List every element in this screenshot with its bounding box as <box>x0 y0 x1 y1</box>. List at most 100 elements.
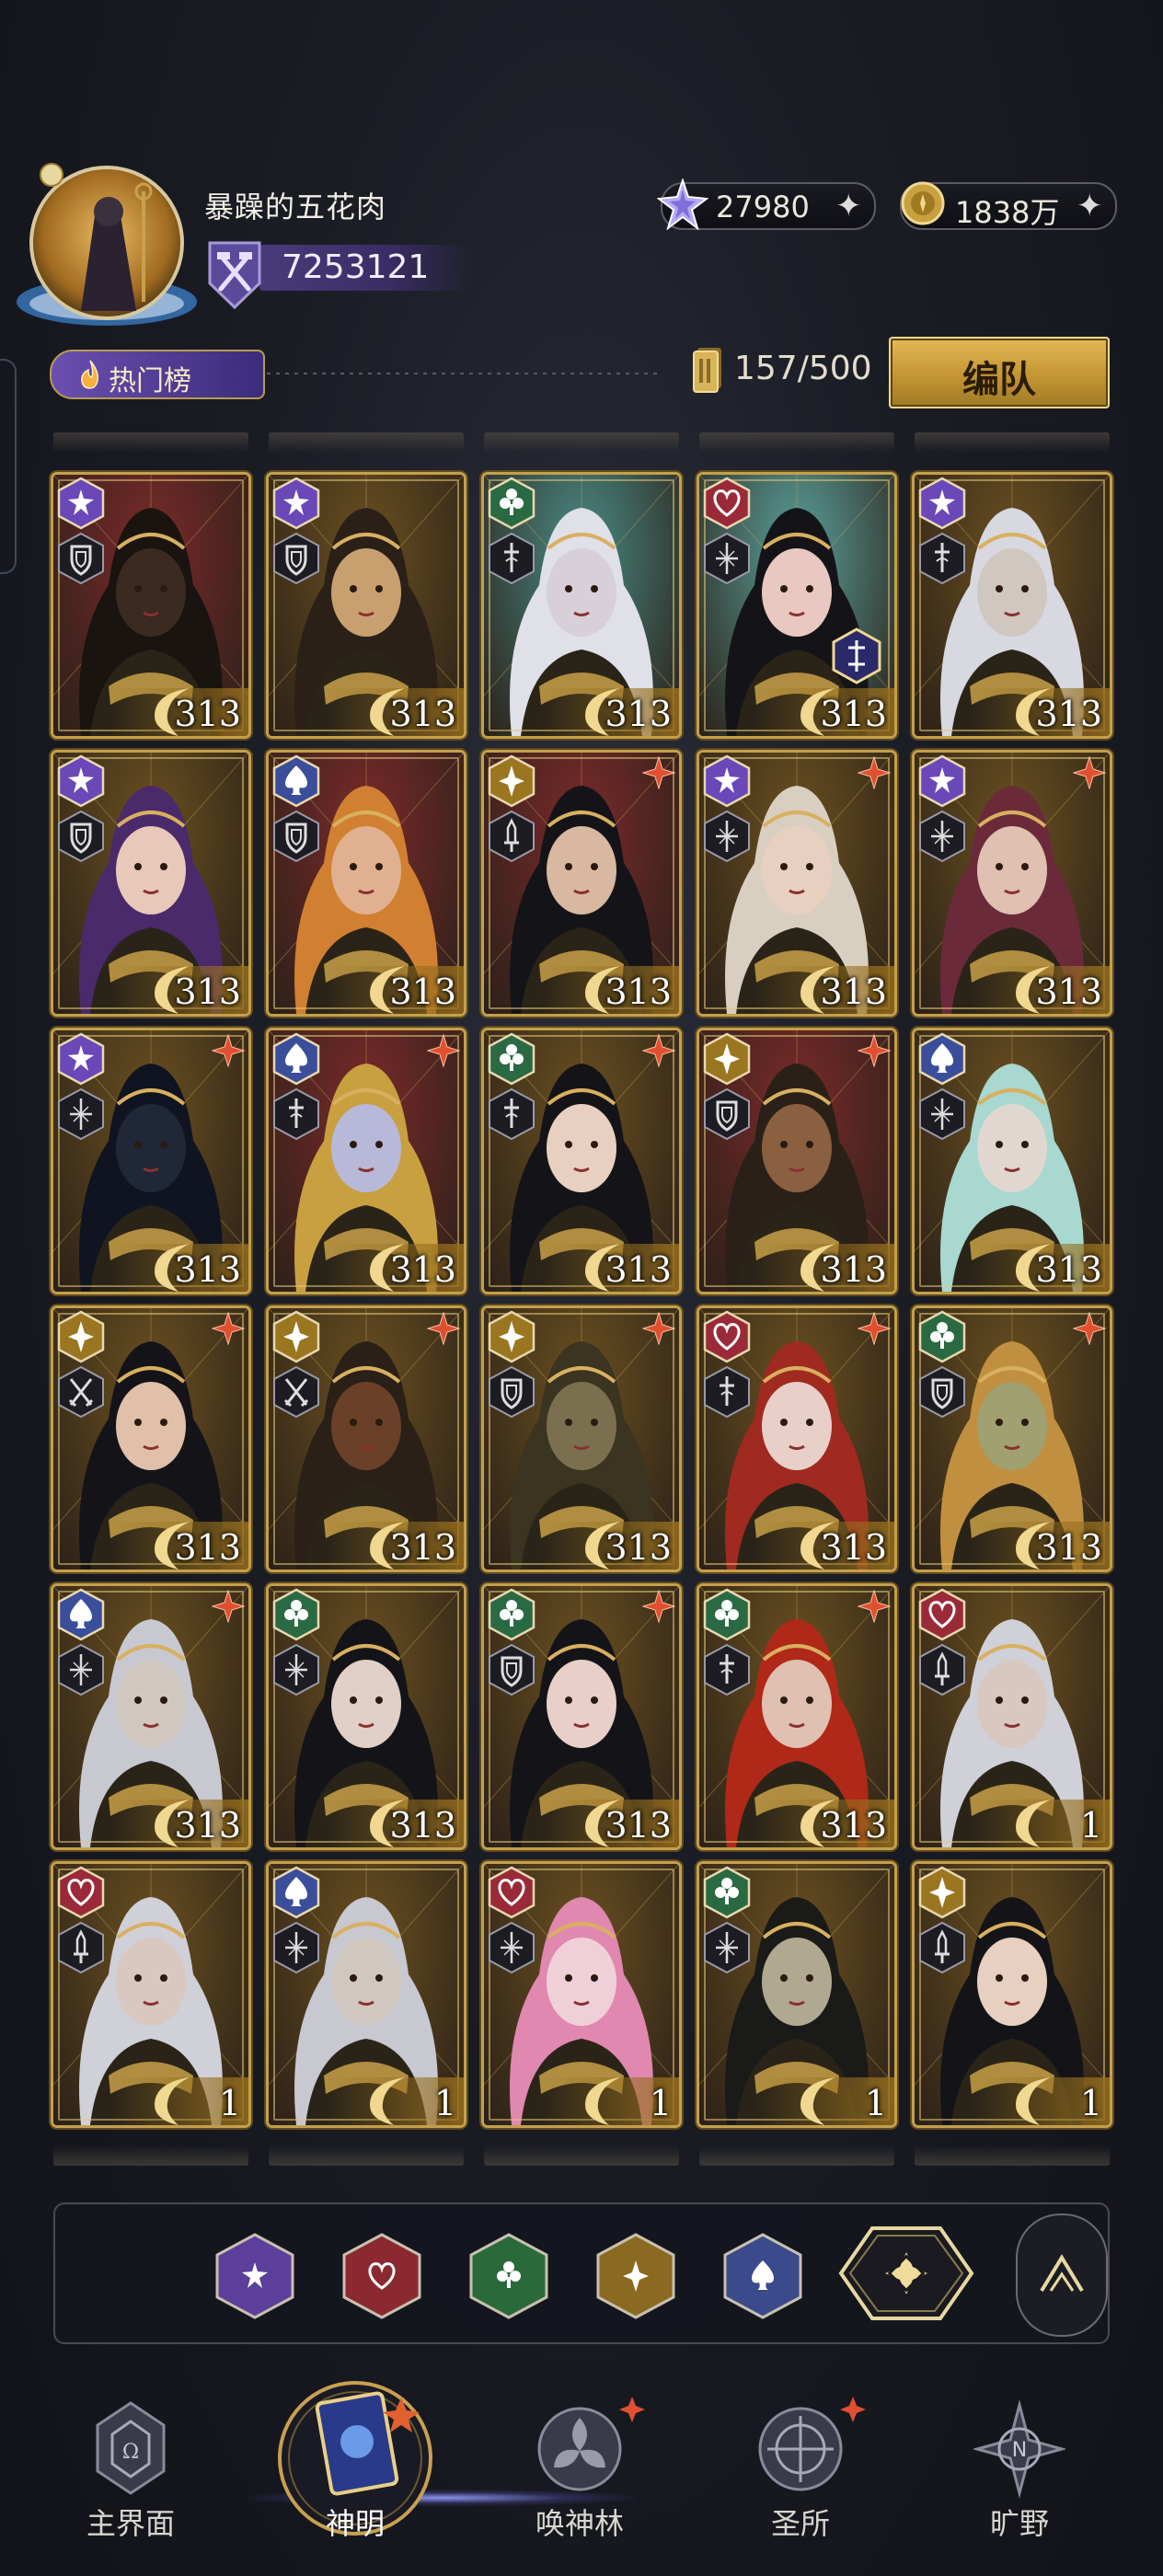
card-level: 313 <box>174 694 241 734</box>
god-card[interactable]: 313 <box>484 1308 679 1570</box>
sword-role-icon <box>919 532 965 585</box>
god-card[interactable]: 313 <box>915 475 1110 736</box>
power-box: 7253121 <box>204 237 471 310</box>
card-level: 313 <box>1035 1527 1102 1568</box>
star-suit-icon <box>272 477 320 530</box>
scroll-hint-top <box>915 432 1110 453</box>
god-card[interactable]: 1 <box>484 1864 679 2125</box>
nav-summon-forest[interactable]: 唤神林 <box>488 2398 672 2572</box>
god-card[interactable]: 313 <box>269 1030 464 1292</box>
card-level: 313 <box>1035 972 1102 1012</box>
sword-role-icon <box>704 1643 750 1696</box>
god-card[interactable]: 313 <box>484 1586 679 1847</box>
god-card[interactable]: 313 <box>484 1030 679 1292</box>
swords-role-icon <box>58 1365 104 1419</box>
clover-suit-icon <box>918 1310 966 1363</box>
crescent-ornament-icon <box>1016 2077 1051 2125</box>
crescent-ornament-icon <box>585 2077 620 2125</box>
god-card[interactable]: 313 <box>699 1030 894 1292</box>
spade-filter-icon[interactable] <box>721 2232 804 2320</box>
star-suit-icon <box>918 754 966 808</box>
nav-sanctuary[interactable]: 圣所 <box>708 2398 892 2572</box>
diamond-suit-icon <box>703 1032 751 1086</box>
card-level: 313 <box>389 972 456 1012</box>
nav-wilderness[interactable]: N 旷野 <box>927 2398 1111 2572</box>
god-card[interactable]: 313 <box>53 1308 248 1570</box>
sanctuary-icon <box>758 2407 843 2491</box>
suit-filter-bar <box>53 2202 1110 2344</box>
card-level: 313 <box>1035 694 1102 734</box>
god-card[interactable]: 313 <box>269 753 464 1014</box>
god-card[interactable]: 1 <box>269 1864 464 2125</box>
spade-suit-icon <box>272 1032 320 1086</box>
diamond-suit-icon <box>488 1310 535 1363</box>
diamond-suit-icon <box>57 1310 105 1363</box>
new-star-icon <box>1073 1312 1106 1345</box>
god-card[interactable]: 313 <box>699 1586 894 1847</box>
god-card[interactable]: 313 <box>269 475 464 736</box>
crystal-add-icon[interactable]: ✦ <box>835 188 862 224</box>
god-card[interactable]: 313 <box>269 1308 464 1570</box>
scroll-hint-top <box>484 432 679 453</box>
god-card[interactable]: 313 <box>484 753 679 1014</box>
cross-role-icon <box>919 1087 965 1141</box>
star-suit-icon <box>703 754 751 808</box>
flame-icon <box>81 360 99 389</box>
heart-filter-icon[interactable] <box>340 2232 423 2320</box>
cross-role-icon <box>273 1643 319 1696</box>
diamond-suit-icon <box>488 754 535 808</box>
card-level: 313 <box>605 1527 672 1568</box>
diamond-filter-icon[interactable] <box>594 2232 677 2320</box>
gold-add-icon[interactable]: ✦ <box>1077 188 1103 224</box>
expand-button[interactable] <box>1016 2214 1108 2337</box>
god-card[interactable]: 313 <box>699 475 894 736</box>
shield-role-icon <box>58 532 104 585</box>
main-world-icon: Ω <box>96 2401 166 2495</box>
side-drawer-handle[interactable] <box>0 359 17 574</box>
god-card[interactable]: 313 <box>53 753 248 1014</box>
gold-resource[interactable]: 1838万 ✦ <box>900 181 1117 230</box>
star-filter-icon[interactable] <box>213 2232 296 2320</box>
notification-dot-icon <box>840 2397 866 2422</box>
player-avatar[interactable] <box>7 155 204 329</box>
chevron-up-icon <box>1040 2254 1084 2293</box>
god-card[interactable]: 313 <box>915 1030 1110 1292</box>
hot-ranking-tag[interactable]: 热门榜 <box>50 350 265 399</box>
all-suits-filter-icon[interactable] <box>837 2225 975 2322</box>
god-card[interactable]: 313 <box>915 753 1110 1014</box>
new-star-icon <box>642 1312 675 1345</box>
god-card[interactable]: 313 <box>53 1030 248 1292</box>
svg-text:N: N <box>1012 2439 1027 2462</box>
clover-filter-icon[interactable] <box>467 2232 550 2320</box>
star-suit-icon <box>57 477 105 530</box>
gold-value: 1838万 <box>955 195 1060 230</box>
god-card[interactable]: 1 <box>699 1864 894 2125</box>
new-star-icon <box>427 1312 460 1345</box>
team-formation-button[interactable]: 编队 <box>889 337 1110 408</box>
god-card[interactable]: 313 <box>915 1308 1110 1570</box>
sword-role-icon <box>704 1365 750 1419</box>
god-card[interactable]: 313 <box>53 1586 248 1847</box>
god-card[interactable]: 1 <box>915 1586 1110 1847</box>
spade-suit-icon <box>918 1032 966 1086</box>
cross-role-icon <box>58 1643 104 1696</box>
bottom-nav: Ω 主界面 神明 唤神林 圣所 N 旷野 <box>0 2370 1163 2576</box>
dagger-role-icon <box>919 1643 965 1696</box>
god-card[interactable]: 313 <box>699 753 894 1014</box>
star-suit-icon <box>57 1032 105 1086</box>
god-card[interactable]: 313 <box>699 1308 894 1570</box>
god-card[interactable]: 313 <box>53 475 248 736</box>
nav-gods-label: 神明 <box>325 2506 385 2541</box>
heart-suit-icon <box>918 1588 966 1641</box>
nav-main-world[interactable]: Ω 主界面 <box>39 2398 223 2572</box>
nav-gods[interactable]: 神明 <box>263 2370 447 2545</box>
scroll-hint-bottom <box>484 2145 679 2166</box>
god-card[interactable]: 313 <box>269 1586 464 1847</box>
diamond-suit-icon <box>272 1310 320 1363</box>
scroll-hint-bottom <box>915 2145 1110 2166</box>
crystal-resource[interactable]: 27980 ✦ <box>657 178 876 230</box>
god-card[interactable]: 1 <box>915 1864 1110 2125</box>
god-card[interactable]: 313 <box>484 475 679 736</box>
clover-suit-icon <box>488 477 535 530</box>
god-card[interactable]: 1 <box>53 1864 248 2125</box>
